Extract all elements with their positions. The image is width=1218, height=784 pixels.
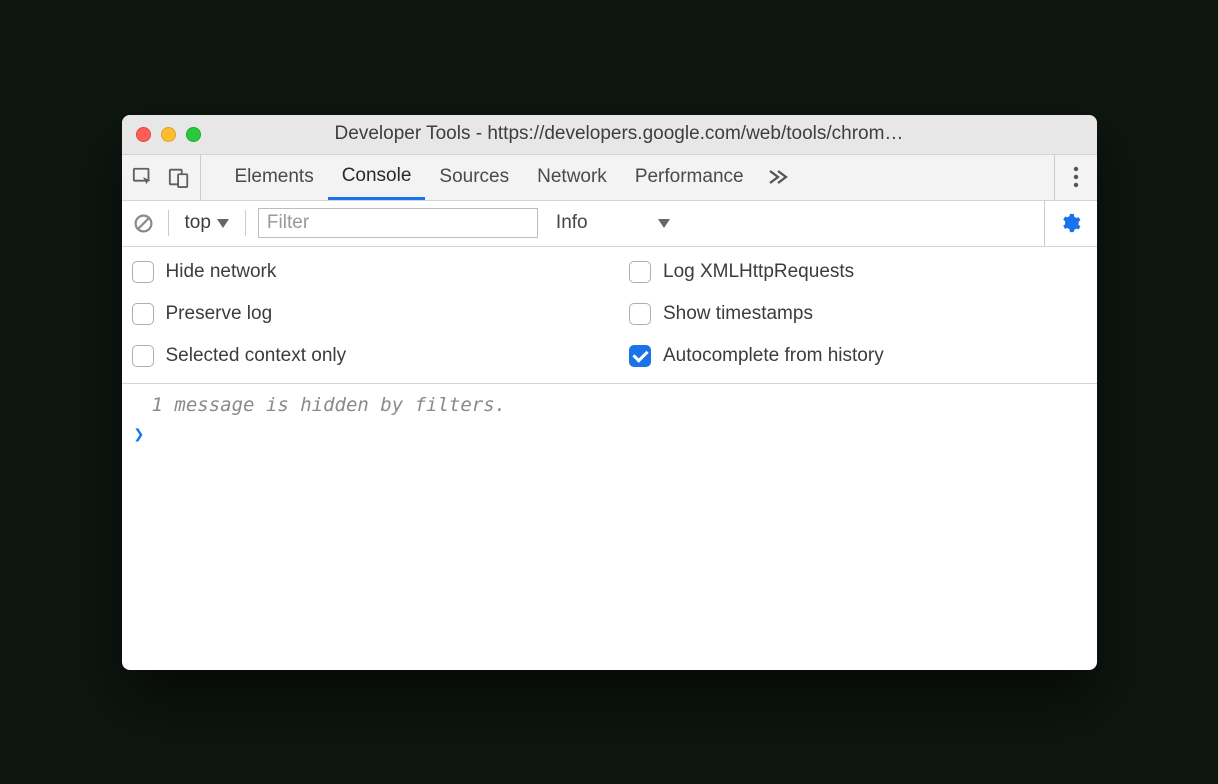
- setting-hide-network: Hide network: [132, 251, 590, 293]
- prompt-caret-icon: ❯: [134, 424, 145, 445]
- setting-show-timestamps: Show timestamps: [629, 293, 1087, 335]
- console-prompt[interactable]: ❯: [122, 422, 1097, 447]
- preserve-log-checkbox[interactable]: [132, 303, 154, 325]
- clear-console-icon[interactable]: [132, 211, 156, 235]
- setting-autocomplete-history: Autocomplete from history: [629, 335, 1087, 377]
- hide-network-checkbox[interactable]: [132, 261, 154, 283]
- settings-column-left: Hide network Preserve log Selected conte…: [132, 251, 590, 377]
- inspect-element-icon[interactable]: [132, 166, 154, 188]
- filter-input[interactable]: [258, 208, 538, 238]
- tab-elements[interactable]: Elements: [221, 155, 328, 200]
- tab-network[interactable]: Network: [523, 155, 621, 200]
- panel-tabs: Elements Console Sources Network Perform…: [215, 155, 798, 200]
- log-level-select[interactable]: Info: [550, 212, 670, 234]
- devtools-tabbar: Elements Console Sources Network Perform…: [122, 155, 1097, 201]
- separator: [168, 210, 169, 236]
- setting-preserve-log: Preserve log: [132, 293, 590, 335]
- context-label: top: [185, 212, 211, 234]
- show-timestamps-checkbox[interactable]: [629, 303, 651, 325]
- setting-label: Log XMLHttpRequests: [663, 261, 854, 283]
- setting-label: Selected context only: [166, 345, 347, 367]
- filtered-message-notice: 1 message is hidden by filters.: [122, 384, 1097, 422]
- console-body: 1 message is hidden by filters. ❯: [122, 384, 1097, 447]
- setting-label: Show timestamps: [663, 303, 813, 325]
- tab-sources[interactable]: Sources: [425, 155, 523, 200]
- execution-context-select[interactable]: top: [181, 212, 233, 234]
- window-title: Developer Tools - https://developers.goo…: [156, 123, 1083, 145]
- devtools-menu-button[interactable]: [1054, 155, 1087, 200]
- setting-log-xhr: Log XMLHttpRequests: [629, 251, 1087, 293]
- setting-label: Hide network: [166, 261, 277, 283]
- autocomplete-history-checkbox[interactable]: [629, 345, 651, 367]
- more-tabs-button[interactable]: [758, 155, 798, 200]
- console-settings-panel: Hide network Preserve log Selected conte…: [122, 247, 1097, 384]
- level-label: Info: [556, 212, 588, 234]
- close-window-button[interactable]: [136, 127, 151, 142]
- chevron-down-icon: [658, 219, 670, 228]
- log-xhr-checkbox[interactable]: [629, 261, 651, 283]
- chevron-down-icon: [217, 219, 229, 228]
- toggle-device-toolbar-icon[interactable]: [168, 166, 190, 188]
- tab-performance[interactable]: Performance: [621, 155, 758, 200]
- selected-context-only-checkbox[interactable]: [132, 345, 154, 367]
- separator: [245, 210, 246, 236]
- window-titlebar: Developer Tools - https://developers.goo…: [122, 115, 1097, 155]
- devtools-window: Developer Tools - https://developers.goo…: [122, 115, 1097, 670]
- console-settings-icon[interactable]: [1044, 201, 1087, 246]
- tabbar-tools: [132, 155, 201, 200]
- settings-column-right: Log XMLHttpRequests Show timestamps Auto…: [629, 251, 1087, 377]
- setting-label: Preserve log: [166, 303, 273, 325]
- setting-selected-context-only: Selected context only: [132, 335, 590, 377]
- setting-label: Autocomplete from history: [663, 345, 884, 367]
- console-toolbar: top Info: [122, 201, 1097, 247]
- tab-console[interactable]: Console: [328, 155, 426, 200]
